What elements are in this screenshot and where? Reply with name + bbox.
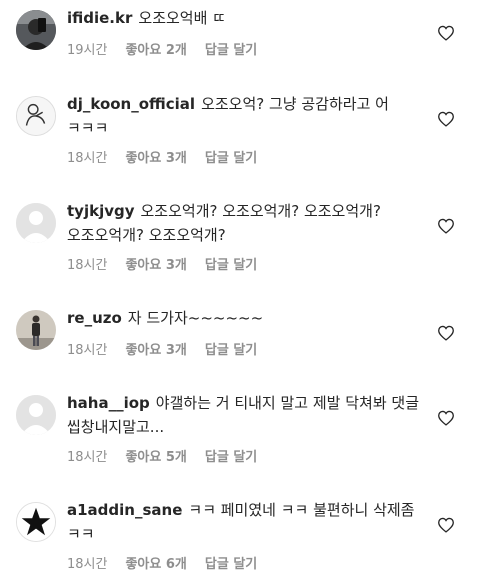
comment-text: ifidie.kr 오조오억배 ㄸ xyxy=(67,6,419,30)
standing-person-avatar-icon xyxy=(16,310,56,350)
comment-body: 자 드가자~~~~~~ xyxy=(127,309,264,327)
avatar[interactable] xyxy=(16,395,56,435)
heart-outline-icon[interactable] xyxy=(437,25,455,41)
comment-time: 18시간 xyxy=(67,557,108,572)
heart-outline-icon[interactable] xyxy=(437,410,455,426)
comment-text: haha__iop 야갤하는 거 티내지 말고 제발 닥쳐봐 댓글 씹창내지말고.… xyxy=(67,391,419,439)
avatar[interactable] xyxy=(16,310,56,350)
comment-item: a1addin_sane ㅋㅋ 페미였네 ㅋㅋ 불편하니 삭제좀 ㅋㅋ 18시간 좋… xyxy=(0,492,480,574)
heart-outline-icon[interactable] xyxy=(437,111,455,127)
comment-text: tyjkjvgy 오조오억개? 오조오억개? 오조오억개? 오조오억개? 오조오억… xyxy=(67,199,419,247)
comment-likes[interactable]: 좋아요 3개 xyxy=(125,343,186,358)
comment-meta: 18시간 좋아요 3개 답글 달기 xyxy=(67,147,275,166)
comment-meta: 19시간 좋아요 2개 답글 달기 xyxy=(67,39,275,58)
comment-text: a1addin_sane ㅋㅋ 페미였네 ㅋㅋ 불편하니 삭제좀 ㅋㅋ xyxy=(67,498,419,546)
comment-username[interactable]: re_uzo xyxy=(67,309,122,327)
reply-button[interactable]: 답글 달기 xyxy=(205,258,257,273)
avatar[interactable] xyxy=(16,96,56,136)
comment-likes[interactable]: 좋아요 5개 xyxy=(125,450,186,465)
selfie-avatar-icon xyxy=(16,10,56,50)
comment-likes[interactable]: 좋아요 2개 xyxy=(125,43,186,58)
comment-item: ifidie.kr 오조오억배 ㄸ 19시간 좋아요 2개 답글 달기 xyxy=(0,0,480,66)
default-avatar-icon xyxy=(16,395,56,435)
heart-outline-icon[interactable] xyxy=(437,517,455,533)
reply-button[interactable]: 답글 달기 xyxy=(205,557,257,572)
comment-username[interactable]: a1addin_sane xyxy=(67,501,182,519)
comment-meta: 18시간 좋아요 3개 답글 달기 xyxy=(67,339,275,358)
heart-outline-icon[interactable] xyxy=(437,325,455,341)
reply-button[interactable]: 답글 달기 xyxy=(205,343,257,358)
comment-username[interactable]: ifidie.kr xyxy=(67,9,132,27)
avatar[interactable] xyxy=(16,502,56,542)
comment-time: 18시간 xyxy=(67,151,108,166)
comment-body: 오조오억배 ㄸ xyxy=(138,9,226,27)
reply-button[interactable]: 답글 달기 xyxy=(205,450,257,465)
comment-item: tyjkjvgy 오조오억개? 오조오억개? 오조오억개? 오조오억개? 오조오억… xyxy=(0,193,480,283)
comment-likes[interactable]: 좋아요 3개 xyxy=(125,258,186,273)
heart-outline-icon[interactable] xyxy=(437,218,455,234)
comment-username[interactable]: haha__iop xyxy=(67,394,150,412)
comment-likes[interactable]: 좋아요 3개 xyxy=(125,151,186,166)
comment-text: re_uzo 자 드가자~~~~~~ xyxy=(67,306,419,330)
comment-item: re_uzo 자 드가자~~~~~~ 18시간 좋아요 3개 답글 달기 xyxy=(0,300,480,366)
comment-item: haha__iop 야갤하는 거 티내지 말고 제발 닥쳐봐 댓글 씹창내지말고.… xyxy=(0,385,480,475)
comment-text: dj_koon_official 오조오억? 그냥 공감하라고 어 ㅋㅋㅋ xyxy=(67,92,419,140)
default-avatar-icon xyxy=(16,203,56,243)
comment-meta: 18시간 좋아요 3개 답글 달기 xyxy=(67,254,275,273)
comment-item: dj_koon_official 오조오억? 그냥 공감하라고 어 ㅋㅋㅋ 18시… xyxy=(0,86,480,176)
sketch-person-avatar-icon xyxy=(17,97,55,135)
comment-username[interactable]: dj_koon_official xyxy=(67,95,195,113)
comment-username[interactable]: tyjkjvgy xyxy=(67,202,135,220)
star-logo-icon xyxy=(17,503,55,541)
comment-meta: 18시간 좋아요 5개 답글 달기 xyxy=(67,446,275,465)
comment-time: 18시간 xyxy=(67,343,108,358)
avatar[interactable] xyxy=(16,203,56,243)
comment-time: 18시간 xyxy=(67,258,108,273)
comment-time: 19시간 xyxy=(67,43,108,58)
reply-button[interactable]: 답글 달기 xyxy=(205,43,257,58)
avatar[interactable] xyxy=(16,10,56,50)
comment-likes[interactable]: 좋아요 6개 xyxy=(125,557,186,572)
reply-button[interactable]: 답글 달기 xyxy=(205,151,257,166)
comment-time: 18시간 xyxy=(67,450,108,465)
comment-meta: 18시간 좋아요 6개 답글 달기 xyxy=(67,553,275,572)
